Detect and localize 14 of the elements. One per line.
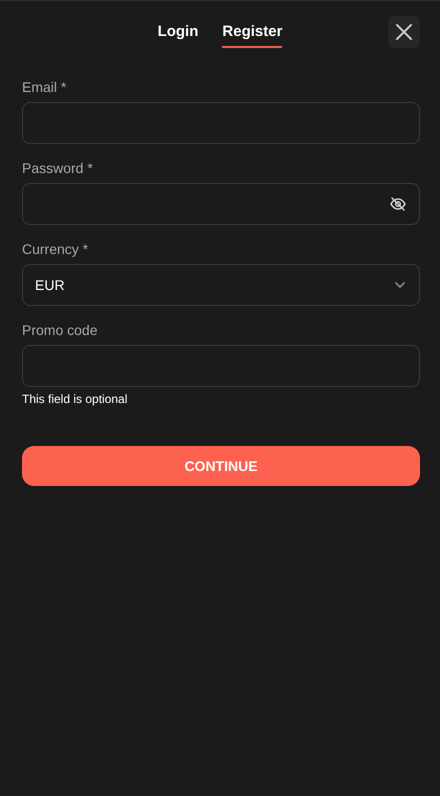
field-label: Currency * [22,241,90,257]
close-button[interactable] [388,16,420,48]
password-field[interactable] [22,183,420,225]
helper-text: This field is optional [22,392,128,406]
field-label: Email * [22,79,68,95]
tab[interactable]: Register [222,21,282,48]
currency-select[interactable]: EUR [22,264,420,306]
field-label: Promo code [22,322,98,338]
tab[interactable]: Login [158,21,198,48]
input-field[interactable] [22,345,420,387]
eye-off-icon[interactable] [389,195,407,213]
field-label: Password * [22,160,94,176]
close-icon [395,23,413,41]
input-field[interactable] [22,102,420,144]
